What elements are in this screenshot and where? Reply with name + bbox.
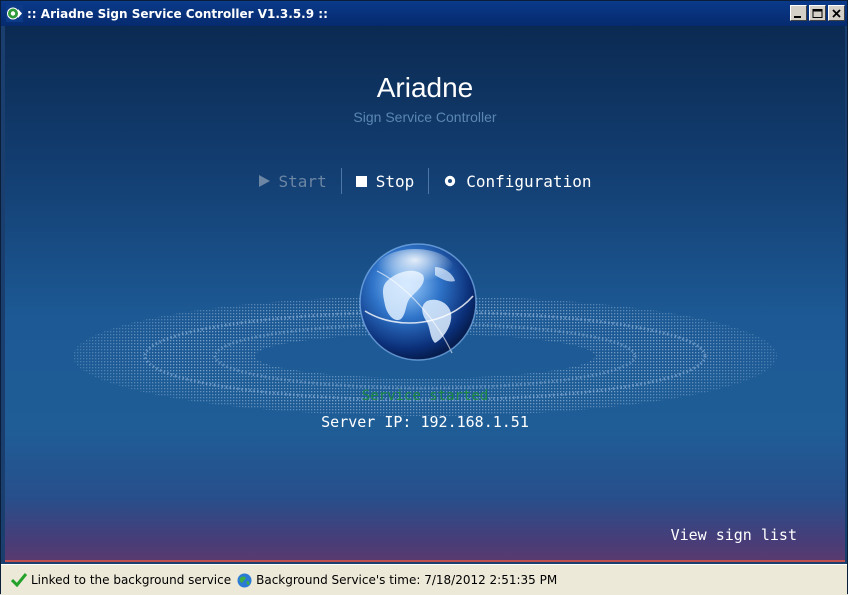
divider-line <box>5 560 845 562</box>
close-button[interactable] <box>828 5 845 21</box>
service-toolbar: Start Stop Configuration <box>5 166 845 196</box>
checkmark-icon <box>11 573 27 587</box>
ariadne-app-icon[interactable] <box>6 5 23 22</box>
view-sign-list-link[interactable]: View sign list <box>671 526 797 544</box>
stop-label: Stop <box>375 171 415 191</box>
window-controls <box>790 5 845 21</box>
service-status: Service started <box>361 388 489 404</box>
globe-icon <box>237 573 252 588</box>
start-button[interactable]: Start <box>245 166 341 196</box>
minimize-icon <box>794 16 801 18</box>
gear-icon <box>443 174 457 188</box>
link-status-text: Linked to the background service <box>31 573 232 587</box>
main-panel: Ariadne Sign Service Controller Start St… <box>5 26 845 562</box>
configuration-label: Configuration <box>466 171 592 191</box>
app-subtitle: Sign Service Controller <box>353 109 497 125</box>
status-bar: Linked to the background service Backgro… <box>1 564 847 595</box>
maximize-icon <box>812 9 823 18</box>
server-ip: Server IP: 192.168.1.51 <box>321 413 529 431</box>
start-label: Start <box>278 171 327 191</box>
globe-icon <box>359 243 477 361</box>
title-bar[interactable]: :: Ariadne Sign Service Controller V1.3.… <box>1 1 847 26</box>
stop-button[interactable]: Stop <box>342 166 429 196</box>
play-icon <box>258 175 270 187</box>
stop-icon <box>355 175 367 187</box>
app-title: Ariadne <box>376 72 474 103</box>
configuration-button[interactable]: Configuration <box>429 166 605 196</box>
maximize-button[interactable] <box>809 5 826 21</box>
service-time-text: Background Service's time: 7/18/2012 2:5… <box>256 573 558 587</box>
window-title: :: Ariadne Sign Service Controller V1.3.… <box>27 6 328 21</box>
close-icon <box>832 9 841 18</box>
minimize-button[interactable] <box>790 5 807 21</box>
main-window: :: Ariadne Sign Service Controller V1.3.… <box>0 0 848 595</box>
